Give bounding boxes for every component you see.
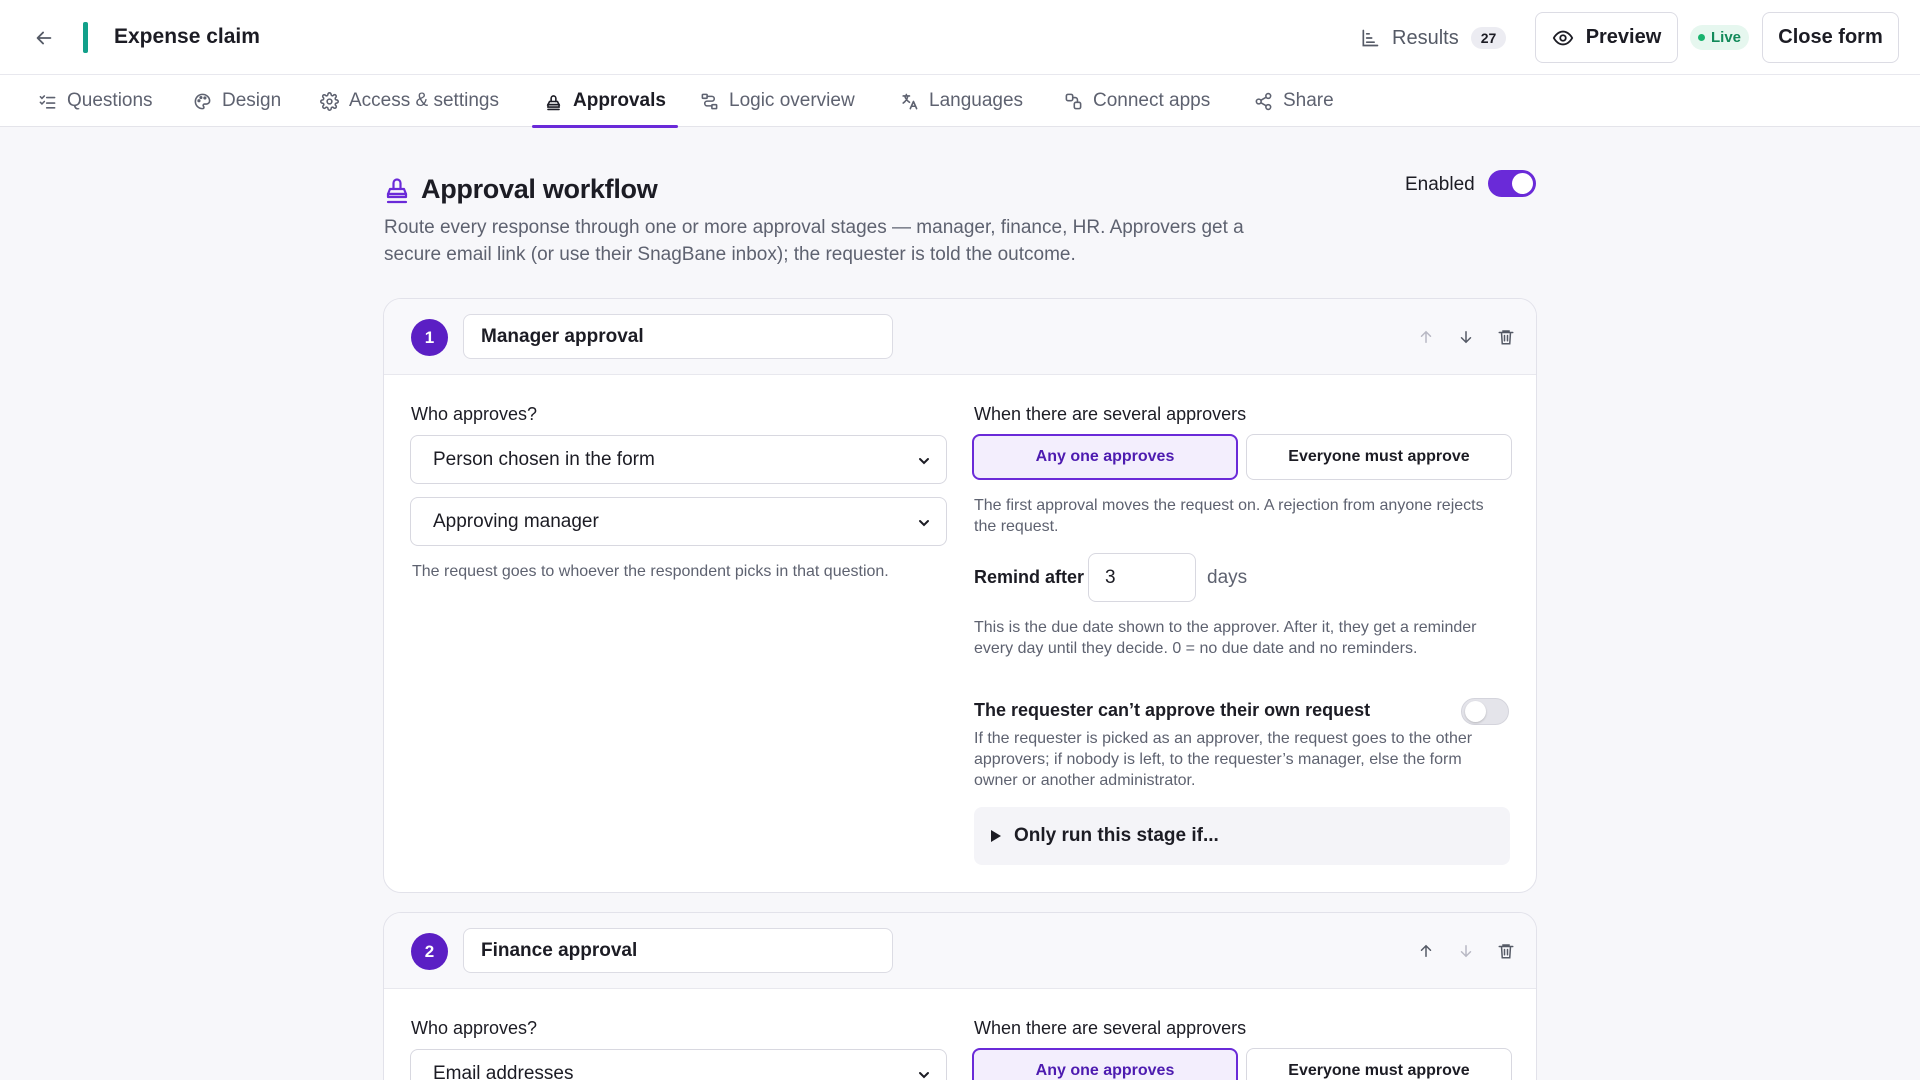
workflow-enabled-toggle[interactable] [1488,170,1536,197]
everyone-must-approve-option[interactable]: Everyone must approve [1246,1048,1512,1080]
select-value: Approving manager [433,510,599,532]
self-approval-toggle[interactable] [1461,698,1509,725]
self-approval-help: If the requester is picked as an approve… [974,730,1473,789]
remind-days-input[interactable] [1088,553,1196,602]
live-label: Live [1711,29,1742,46]
remind-days-unit: days [1207,567,1248,588]
translate-icon [902,93,918,109]
who-approves-label: Who approves? [411,1018,538,1038]
remind-help: This is the due date shown to the approv… [974,619,1477,657]
chevron-down-icon [919,458,929,465]
stage-card-1: 1 Who approves? Person chosen in the for… [383,298,1537,893]
chevron-down-icon [919,1072,929,1079]
stamp-icon [385,176,409,209]
approver-question-select[interactable]: Approving manager [410,497,947,546]
results-count-badge: 27 [1470,27,1507,49]
any-one-approves-option[interactable]: Any one approves [972,434,1238,480]
condition-label: Only run this stage if... [1014,825,1219,846]
tab-label: Questions [67,90,153,111]
stage-header: 1 [384,299,1536,375]
checklist-icon [39,94,56,109]
everyone-must-approve-option[interactable]: Everyone must approve [1246,434,1512,480]
stage-condition-toggle[interactable]: Only run this stage if... [974,807,1510,865]
stamp-icon [546,94,561,110]
form-title: Expense claim [114,25,260,48]
stage-name-input[interactable] [463,928,893,973]
tab-label: Access & settings [349,90,499,111]
tab-label: Share [1283,90,1334,111]
move-down-arrow-icon[interactable] [1452,937,1480,965]
preview-label: Preview [1585,26,1662,48]
chevron-down-icon [919,520,929,527]
who-approves-help: The request goes to whoever the responde… [412,563,889,580]
move-up-arrow-icon[interactable] [1412,937,1440,965]
stage-card-2: 2 Who approves? Email addresses When the… [383,912,1537,1080]
trash-icon[interactable] [1492,323,1520,351]
move-up-arrow-icon[interactable] [1412,323,1440,351]
self-approval-title: The requester can’t approve their own re… [974,700,1371,720]
stage-number-badge: 1 [411,319,448,356]
top-bar: Expense claim Results 27 Preview Live Cl… [0,0,1920,75]
close-form-button[interactable]: Close form [1762,12,1899,63]
form-color-bar [83,22,88,53]
any-one-approves-option[interactable]: Any one approves [972,1048,1238,1080]
stage-number-badge: 2 [411,933,448,970]
tab-design[interactable]: Design [193,75,281,127]
trash-icon[interactable] [1492,937,1520,965]
tab-approvals[interactable]: Approvals [532,75,678,128]
tab-label: Connect apps [1093,90,1211,111]
approver-type-select[interactable]: Person chosen in the form [410,435,947,484]
tab-logic-overview[interactable]: Logic overview [700,75,855,127]
tab-connect-apps[interactable]: Connect apps [1064,75,1210,127]
remind-after-label: Remind after [974,567,1085,587]
stage-name-input[interactable] [463,314,893,359]
several-approvers-label: When there are several approvers [974,404,1247,424]
eye-icon [1552,30,1573,45]
select-value: Person chosen in the form [433,448,655,470]
several-approvers-label: When there are several approvers [974,1018,1247,1038]
close-form-label: Close form [1778,26,1883,48]
who-approves-label: Who approves? [411,404,538,424]
tab-label: Approvals [573,90,666,111]
tab-bar: Questions Design Access & settings Appro… [0,75,1920,128]
select-value: Email addresses [433,1062,574,1080]
preview-button[interactable]: Preview [1535,12,1678,63]
results-label: Results [1392,26,1459,49]
tab-questions[interactable]: Questions [38,75,153,127]
workflow-title: Approval workflow [421,174,658,204]
tab-languages[interactable]: Languages [900,75,1023,127]
tab-share[interactable]: Share [1254,75,1334,127]
live-status-badge: Live [1690,25,1750,50]
back-arrow-icon[interactable] [30,24,58,52]
workflow-description: Route every response through one or more… [384,217,1244,265]
gear-icon [320,91,339,111]
share-icon [1255,92,1272,110]
stage-header: 2 [384,913,1536,989]
tab-label: Languages [929,90,1024,111]
move-down-arrow-icon[interactable] [1452,323,1480,351]
enabled-label: Enabled [1405,174,1475,195]
flow-icon [701,93,718,109]
bar-chart-icon [1362,29,1379,47]
live-dot-icon [1698,34,1705,41]
triangle-right-icon [991,830,1001,842]
tab-label: Design [222,90,282,111]
approver-type-select[interactable]: Email addresses [410,1049,947,1080]
approval-mode-help: The first approval moves the request on.… [974,497,1484,535]
connect-icon [1065,93,1082,109]
palette-icon [194,93,211,109]
tab-access-settings[interactable]: Access & settings [320,75,499,127]
tab-label: Logic overview [729,90,855,111]
results-link[interactable]: Results 27 [1360,24,1507,52]
